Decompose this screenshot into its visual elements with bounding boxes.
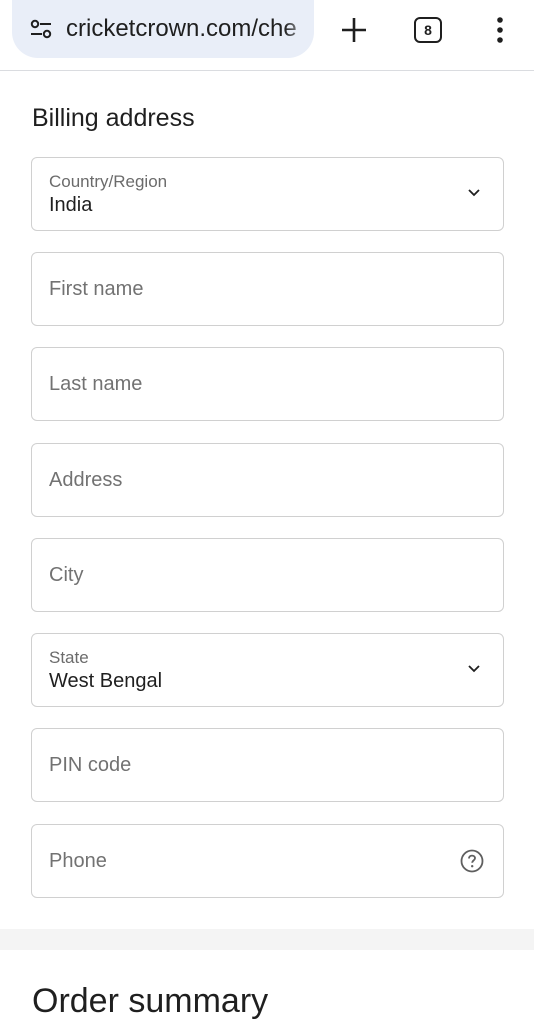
city-placeholder: City [49,564,84,586]
url-text[interactable]: cricketcrown.com/che [66,15,314,43]
first-name-placeholder: First name [49,278,144,300]
order-summary-heading: Order summary [32,982,269,1020]
state-label: State [49,648,89,667]
pin-code-field[interactable]: PIN code [31,728,504,802]
more-vert-icon[interactable] [488,14,512,46]
address-field[interactable]: Address [31,443,504,517]
help-icon[interactable] [460,849,484,873]
city-field[interactable]: City [31,538,504,612]
plus-icon[interactable] [338,14,370,46]
tune-icon[interactable] [30,19,52,39]
chevron-down-icon [468,665,480,673]
country-label: Country/Region [49,172,168,191]
tab-switcher-icon[interactable]: 8 [414,17,442,43]
address-bar[interactable]: cricketcrown.com/che [12,0,314,58]
country-value: India [49,194,93,216]
phone-field[interactable]: Phone [31,824,504,898]
last-name-field[interactable]: Last name [31,347,504,421]
state-value: West Bengal [49,670,163,692]
section-divider [0,929,534,950]
last-name-placeholder: Last name [49,373,143,395]
state-select[interactable]: State West Bengal [31,633,504,707]
chevron-down-icon [468,189,480,197]
browser-toolbar: cricketcrown.com/che 8 [0,0,534,71]
country-select[interactable]: Country/Region India [31,157,504,231]
pin-code-placeholder: PIN code [49,754,132,776]
phone-placeholder: Phone [49,850,107,872]
tab-count: 8 [424,22,432,38]
address-placeholder: Address [49,469,123,491]
billing-address-heading: Billing address [32,104,195,132]
first-name-field[interactable]: First name [31,252,504,326]
